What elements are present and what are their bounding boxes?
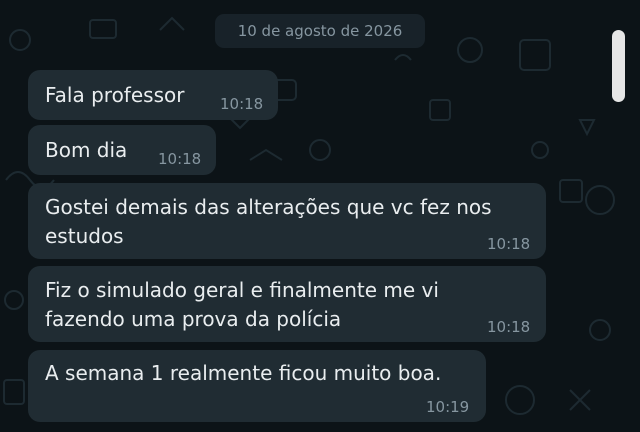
message-text: A semana 1 realmente ficou muito boa.: [45, 359, 441, 388]
message-time: 10:19: [426, 398, 470, 416]
message-text: Bom dia: [45, 136, 127, 165]
message-bubble[interactable]: Bom dia 10:18: [28, 125, 216, 175]
scrollbar-thumb[interactable]: [612, 30, 625, 102]
message-bubble[interactable]: Fala professor 10:18: [28, 70, 278, 120]
message-bubble[interactable]: A semana 1 realmente ficou muito boa. 10…: [28, 350, 486, 422]
chat-window: 10 de agosto de 2026 Fala professor 10:1…: [0, 0, 640, 432]
message-line: Gostei demais das alterações que vc fez …: [45, 195, 492, 219]
message-text: Gostei demais das alterações que vc fez …: [45, 193, 492, 251]
date-separator: 10 de agosto de 2026: [215, 14, 425, 48]
message-time: 10:18: [487, 318, 531, 336]
message-text: Fiz o simulado geral e finalmente me vi …: [45, 276, 439, 334]
message-line: A semana 1 realmente ficou muito boa.: [45, 361, 442, 385]
message-time: 10:18: [220, 95, 264, 113]
message-line: estudos: [45, 224, 124, 248]
message-time: 10:18: [158, 150, 202, 168]
message-bubble[interactable]: Fiz o simulado geral e finalmente me vi …: [28, 266, 546, 342]
message-bubble[interactable]: Gostei demais das alterações que vc fez …: [28, 183, 546, 259]
message-line: Bom dia: [45, 138, 128, 162]
message-line: Fala professor: [45, 83, 185, 107]
message-line: Fiz o simulado geral e finalmente me vi: [45, 278, 439, 302]
message-time: 10:18: [487, 235, 531, 253]
message-line: fazendo uma prova da polícia: [45, 307, 342, 331]
message-text: Fala professor: [45, 81, 184, 110]
